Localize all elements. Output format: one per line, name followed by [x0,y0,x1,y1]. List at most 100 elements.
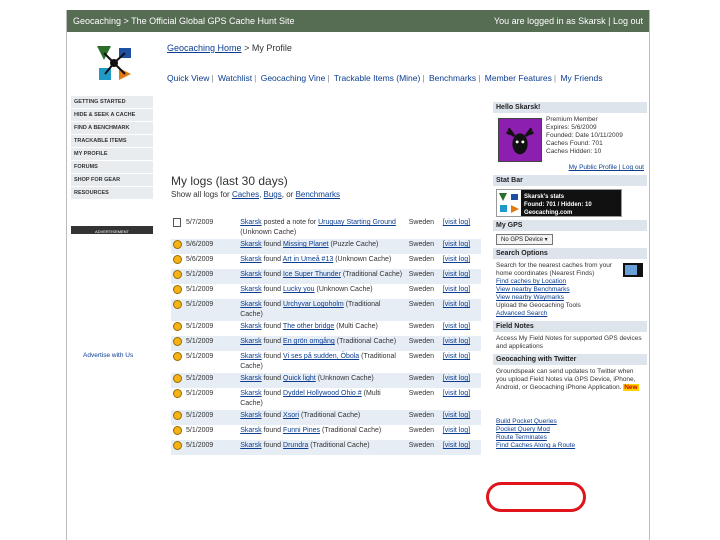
nearby-benchmarks-link[interactable]: View nearby Benchmarks [496,286,644,294]
pocket-query-mod-link[interactable]: Pocket Query Mod [496,426,644,434]
visit-log-link[interactable]: [visit log] [440,336,481,351]
cache-link[interactable]: Uruguay Starting Ground [318,219,396,226]
ad-header: ADVERTISEMENT [71,229,153,234]
tab-watchlist[interactable]: Watchlist [218,73,252,83]
user-link[interactable]: Skarsk [240,271,261,278]
user-link[interactable]: Skarsk [240,323,261,330]
advanced-search-link[interactable]: Advanced Search [496,310,644,318]
logs-table: 5/7/2009 Skarsk posted a note for Uruguay… [171,217,481,455]
tab-trackable-items[interactable]: Trackable Items (Mine) [334,73,421,83]
user-link[interactable]: Skarsk [240,241,261,248]
cache-link[interactable]: Lucky you [283,286,315,293]
cache-link[interactable]: Art in Umeå #13 [283,256,334,263]
breadcrumb-home-link[interactable]: Geocaching Home [167,43,242,53]
show-bugs-link[interactable]: Bugs [264,190,282,199]
visit-log-link[interactable]: [visit log] [441,388,481,410]
table-row: 5/1/2009 Skarsk found Vi ses på sudden, Ö… [171,351,481,373]
cache-link[interactable]: Quick light [283,375,316,382]
visit-log-link[interactable]: [visit log] [440,410,481,425]
sidebar-item-forums[interactable]: FORUMS [71,161,153,174]
log-date: 5/1/2009 [184,299,239,321]
sidebar-item-getting-started[interactable]: GETTING STARTED [71,96,153,109]
cache-type: (Unknown Cache) [317,375,374,382]
sidebar-item-hide-seek[interactable]: HIDE & SEEK A CACHE [71,109,153,122]
cache-link[interactable]: Urchyvar Logoholm [283,301,344,308]
tab-benchmarks[interactable]: Benchmarks [429,73,476,83]
visit-log-link[interactable]: [visit log] [440,373,481,388]
cache-link[interactable]: Drundra [283,442,308,449]
cache-link[interactable]: Dyddel Hollywood Ohio # [283,390,362,397]
profile-links[interactable]: My Public Profile | Log out [496,164,644,172]
geocaching-logo-icon[interactable] [91,40,137,86]
tab-quick-view[interactable]: Quick View [167,73,209,83]
user-link[interactable]: Skarsk [240,286,261,293]
sidebar-nav: GETTING STARTED HIDE & SEEK A CACHE FIND… [71,96,153,200]
log-description: Skarsk found Xsori (Traditional Cache) [238,410,407,425]
log-date: 5/6/2009 [184,239,239,254]
log-action: posted a note for [263,219,317,226]
user-link[interactable]: Skarsk [240,427,261,434]
cache-link[interactable]: En grön omgång [283,338,335,345]
gps-device-select[interactable]: No GPS Device ▾ [496,234,553,245]
sidebar-item-shop[interactable]: SHOP FOR GEAR [71,174,153,187]
route-terminates-link[interactable]: Route Terminates [496,434,644,442]
build-pocket-queries-link[interactable]: Build Pocket Queries [496,418,644,426]
log-type-cell [171,336,185,351]
user-link[interactable]: Skarsk [240,301,261,308]
log-description: Skarsk found Quick light (Unknown Cache) [238,373,407,388]
show-benchmarks-link[interactable]: Benchmarks [296,190,340,199]
profile-panel: Premium Member Expires: 5/6/2009 Founded… [493,113,647,175]
cache-link[interactable]: Vi ses på sudden, Öbola [283,353,359,360]
visit-log-link[interactable]: [visit log] [441,321,481,336]
sidebar-item-my-profile[interactable]: MY PROFILE [71,148,153,161]
log-date: 5/6/2009 [186,256,214,263]
user-link[interactable]: Skarsk [240,338,261,345]
visit-log-link[interactable]: [visit log] [440,269,481,284]
sidebar-item-find-benchmark[interactable]: FIND A BENCHMARK [71,122,153,135]
cache-link[interactable]: Xsori [283,412,299,419]
cache-link[interactable]: Ice Super Thunder [283,271,341,278]
visit-log-link[interactable]: [visit log] [441,217,481,239]
cache-link[interactable]: Missing Planet [283,241,329,248]
visit-log-link[interactable]: [visit log] [440,239,481,254]
user-link[interactable]: Skarsk [240,219,261,226]
advertisement-box[interactable]: ADVERTISEMENT [71,226,153,348]
user-link[interactable]: Skarsk [240,353,261,360]
smiley-icon [173,255,182,264]
advertise-link[interactable]: Advertise with Us [83,352,133,359]
smiley-icon [173,441,182,450]
login-status[interactable]: You are logged in as Skarsk | Log out [494,16,643,26]
main-content: My logs (last 30 days) Show all logs for… [171,174,483,199]
user-link[interactable]: Skarsk [240,375,261,382]
find-by-location-link[interactable]: Find caches by Location [496,278,644,286]
nearby-waymarks-link[interactable]: View nearby Waymarks [496,294,644,302]
user-link[interactable]: Skarsk [240,442,261,449]
user-link[interactable]: Skarsk [240,390,261,397]
sidebar-item-trackable-items[interactable]: TRACKABLE ITEMS [71,135,153,148]
visit-log-link[interactable]: [visit log] [440,299,481,321]
user-link[interactable]: Skarsk [240,256,261,263]
show-all-logs: Show all logs for Caches, Bugs, or Bench… [171,190,341,199]
tab-geocaching-vine[interactable]: Geocaching Vine [261,73,326,83]
find-along-route-link[interactable]: Find Caches Along a Route [496,442,644,450]
log-country: Sweden [406,269,441,284]
visit-log-link[interactable]: [visit log] [441,351,481,373]
log-action: found [263,271,282,278]
tab-member-features[interactable]: Member Features [485,73,552,83]
visit-log-link[interactable]: [visit log] [441,425,481,440]
user-link[interactable]: Skarsk [240,412,261,419]
visit-log-link[interactable]: [visit log] [440,440,481,455]
tab-my-friends[interactable]: My Friends [560,73,602,83]
cache-type: (Traditional Cache) [342,271,403,278]
log-date: 5/1/2009 [184,440,239,455]
cache-link[interactable]: Funni Pines [283,427,320,434]
bottom-links: Build Pocket Queries Pocket Query Mod Ro… [493,415,647,453]
cache-link[interactable]: The other bridge [283,323,334,330]
sidebar-item-resources[interactable]: RESOURCES [71,187,153,200]
visit-log-link[interactable]: [visit log] [441,284,481,299]
browser-window: Geocaching > The Official Global GPS Cac… [66,10,650,540]
stat-bar-image[interactable]: Skarsk's stats Found: 701 / Hidden: 10 G… [496,189,622,217]
avatar[interactable] [498,118,542,162]
visit-log-link[interactable]: [visit log] [441,254,481,269]
show-caches-link[interactable]: Caches [232,190,259,199]
